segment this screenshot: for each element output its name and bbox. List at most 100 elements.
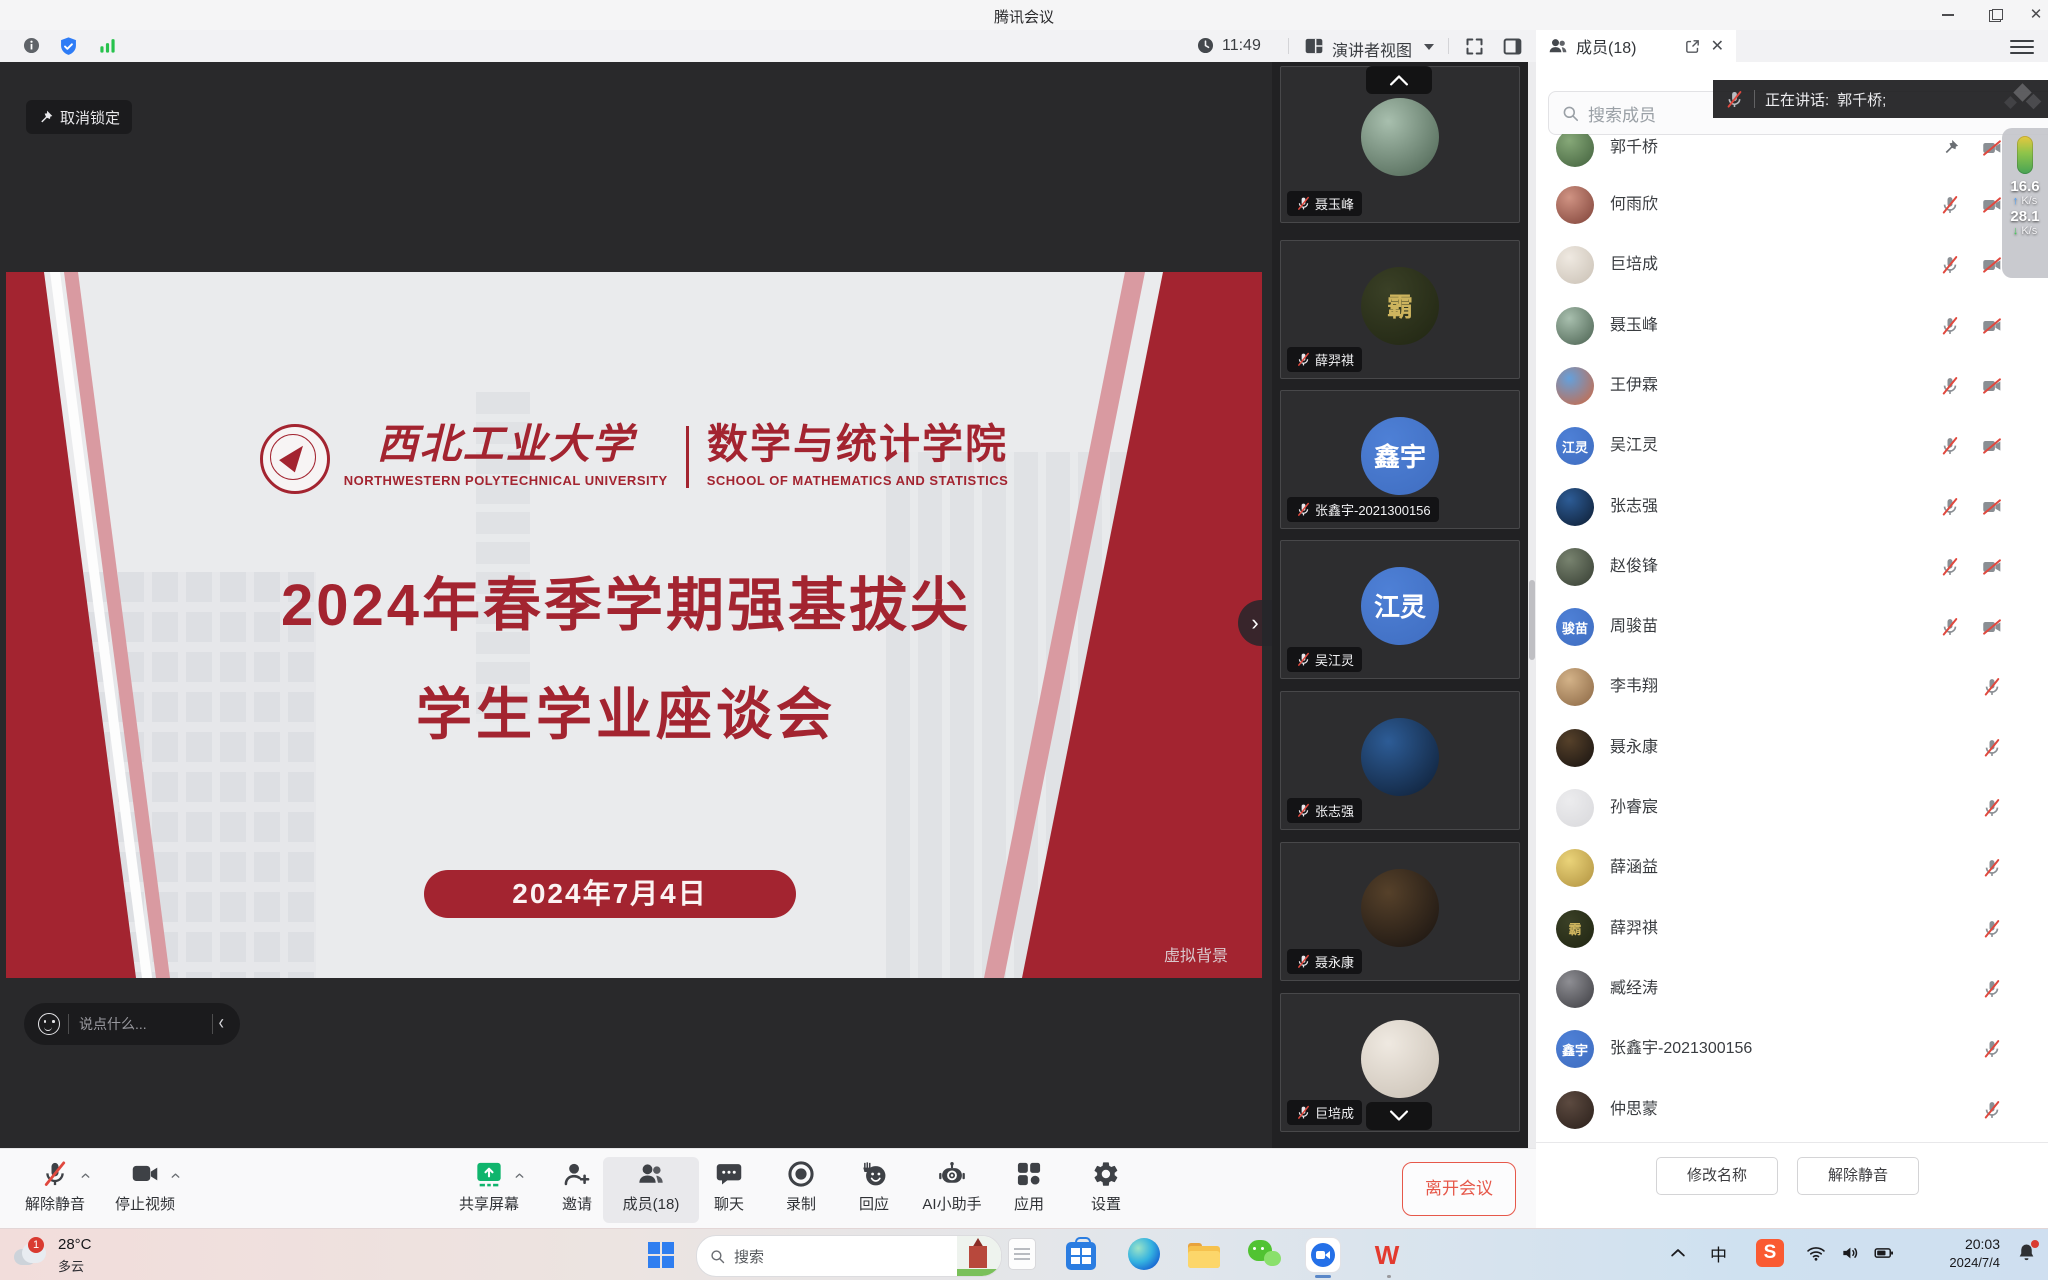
member-row[interactable]: 李韦翔 [1536,657,2048,717]
notification-bell-icon[interactable] [2016,1242,2037,1263]
view-mode-selector[interactable]: 演讲者视图 [1332,37,1412,61]
scroll-down-button[interactable] [1366,1102,1432,1130]
slide-title-line1: 2024年春季学期强基拔尖 [6,558,1246,642]
member-row[interactable]: 江灵 吴江灵 [1536,416,2048,476]
control-item-settings[interactable]: 设置 [1058,1157,1154,1223]
member-row[interactable]: 臧经涛 [1536,959,2048,1019]
member-row[interactable]: 聂玉峰 [1536,296,2048,356]
unlock-video-button[interactable]: 取消锁定 [26,100,132,134]
tray-wifi-icon[interactable] [1806,1243,1826,1263]
quick-chat-bar[interactable]: 说点什么... ‹ [24,1003,240,1045]
speaking-name: 郭千桥; [1837,89,1886,110]
search-icon [1561,104,1580,123]
member-row[interactable]: 赵俊锋 [1536,537,2048,597]
control-item-camera[interactable]: 停止视频 [97,1157,193,1223]
input-method-indicator[interactable]: 中 [1710,1241,1727,1266]
school-name-en: SCHOOL OF MATHEMATICS AND STATISTICS [707,473,1009,488]
taskbar-search[interactable]: 搜索 [696,1235,1002,1277]
search-members-placeholder: 搜索成员 [1588,101,1656,126]
restore-button[interactable] [1976,0,2016,29]
member-row[interactable]: 张志强 [1536,477,2048,537]
chat-icon [715,1160,743,1188]
taskbar-clock[interactable]: 20:03 2024/7/4 [1912,1234,2000,1272]
taskbar-search-placeholder: 搜索 [734,1246,957,1267]
tencent-meeting-window: 腾讯会议 ✕ 11:49 演讲者视图 成员(18) ✕ [0,0,2048,1280]
taskbar-app-wps-office[interactable]: W [1372,1238,1406,1272]
close-button[interactable]: ✕ [2024,0,2048,29]
popout-panel-icon[interactable] [1684,38,1701,55]
security-shield-icon[interactable] [58,36,79,57]
download-arrow-icon: ↓ [2013,225,2019,237]
member-row[interactable]: 郭千桥 [1536,134,2048,178]
member-row[interactable]: 巨培成 [1536,235,2048,295]
tray-show-hidden-icons[interactable] [1668,1243,1688,1263]
tray-speaker-icon[interactable] [1840,1243,1860,1263]
members-icon [1548,36,1568,56]
rename-button[interactable]: 修改名称 [1656,1157,1778,1195]
menu-icon[interactable] [2010,36,2034,56]
taskbar-app-edge-browser[interactable] [1128,1238,1162,1272]
tray-battery-icon[interactable] [1874,1243,1894,1263]
control-item-mic-muted[interactable]: 解除静音 [7,1157,103,1223]
strip-scrollbar-thumb[interactable] [1529,580,1535,660]
tray-time: 20:03 [1912,1234,2000,1254]
members-panel: 搜索成员 郭千桥 何雨欣 巨培成 聂玉峰 王伊霖 江灵 吴江灵 张志强 [1536,62,2048,1228]
mic-muted-icon [41,1160,69,1188]
video-thumbnail-tile[interactable]: 鑫宇 张鑫宇-2021300156 [1280,390,1520,529]
member-row[interactable]: 薛涵益 [1536,838,2048,898]
tab-members[interactable]: 成员(18) ✕ [1536,30,1736,62]
member-row[interactable]: 孙睿宸 [1536,778,2048,838]
fullscreen-icon[interactable] [1464,36,1485,57]
minimize-button[interactable] [1928,0,1968,29]
member-name: 李韦翔 [1610,657,1658,717]
member-row[interactable]: 王伊霖 [1536,356,2048,416]
taskbar-app-wechat[interactable] [1248,1238,1282,1272]
side-panel-toggle-icon[interactable] [1502,36,1523,57]
member-name: 聂玉峰 [1610,296,1658,356]
mic-muted-icon [1940,195,1960,215]
mic-muted-icon [1982,1100,2002,1120]
taskbar-app-document[interactable] [1008,1238,1042,1272]
taskbar-weather-widget[interactable]: 1 28°C 多云 [10,1231,160,1279]
member-row[interactable]: 鑫宇 张鑫宇-2021300156 [1536,1019,2048,1079]
leave-meeting-button[interactable]: 离开会议 [1402,1162,1516,1216]
collapse-chat-icon[interactable]: ‹ [213,1012,230,1035]
chat-input[interactable]: 说点什么... [69,1014,212,1034]
member-row[interactable]: 聂永康 [1536,718,2048,778]
member-row[interactable]: 霸 薛羿祺 [1536,899,2048,959]
member-row[interactable]: 仲思蒙 [1536,1080,2048,1140]
scroll-up-button[interactable] [1366,66,1432,94]
avatar: 江灵 [1556,427,1594,465]
member-name: 王伊霖 [1610,356,1658,416]
member-name: 聂永康 [1610,718,1658,778]
meeting-control-bar: 解除静音 停止视频 共享屏幕 邀请 成员(18) 聊天 录制 回应 AI小助手 … [0,1148,1536,1229]
members-tab-label: 成员(18) [1576,34,1636,58]
video-thumbnail-tile[interactable]: 聂永康 [1280,842,1520,981]
camera-off-icon [1982,316,2002,336]
sogou-input-icon[interactable]: S [1756,1239,1784,1267]
mic-muted-icon [1982,919,2002,939]
close-panel-icon[interactable]: ✕ [1711,36,1724,56]
screen-share-icon [475,1160,503,1188]
meeting-duration-icon [1196,36,1215,55]
control-item-screen-share[interactable]: 共享屏幕 [441,1157,537,1223]
network-signal-icon[interactable] [98,36,117,55]
video-thumbnail-tile[interactable]: 张志强 [1280,691,1520,830]
meeting-info-icon[interactable] [22,36,41,55]
reaction-icon [860,1160,888,1188]
chevron-up-icon [169,1169,182,1182]
member-row[interactable]: 何雨欣 [1536,175,2048,235]
taskbar-app-tencent-meeting[interactable] [1306,1238,1340,1272]
avatar [1556,186,1594,224]
taskbar-app-file-explorer[interactable] [1188,1238,1222,1272]
member-row[interactable]: 骏苗 周骏苗 [1536,597,2048,657]
taskbar-app-microsoft-store[interactable] [1066,1238,1100,1272]
unmute-button[interactable]: 解除静音 [1797,1157,1919,1195]
control-label: 共享屏幕 [441,1193,537,1214]
member-list: 郭千桥 何雨欣 巨培成 聂玉峰 王伊霖 江灵 吴江灵 张志强 赵俊锋 [1536,134,2048,1140]
video-thumbnail-tile[interactable]: 霸 薛羿祺 [1280,240,1520,379]
start-button[interactable] [648,1242,674,1268]
video-thumbnail-tile[interactable]: 江灵 吴江灵 [1280,540,1520,679]
mic-muted-icon [1982,738,2002,758]
emoji-icon[interactable] [38,1013,60,1035]
